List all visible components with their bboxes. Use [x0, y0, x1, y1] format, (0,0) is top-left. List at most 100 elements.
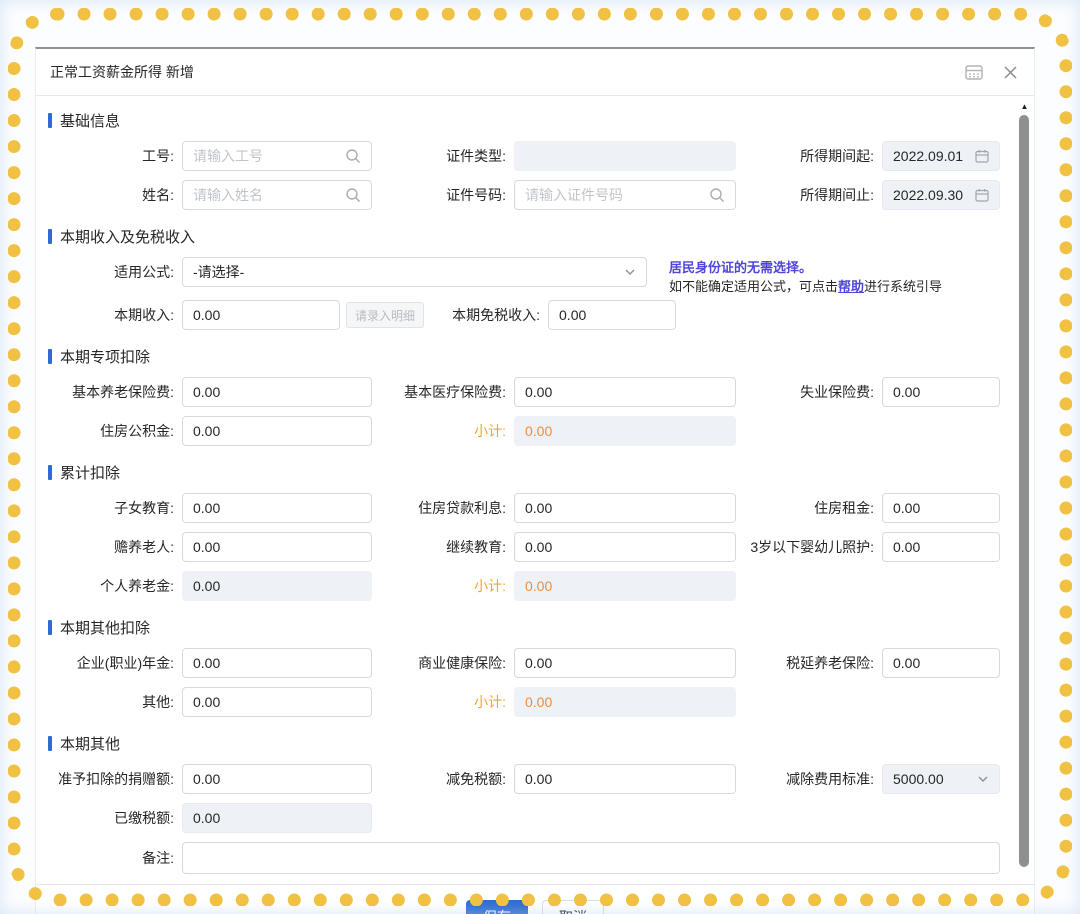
tax-reduction-input[interactable]: 0.00 [514, 764, 736, 794]
formula-row: 适用公式: -请选择- 居民身份证的无需选择。 如不能确定适用公式，可点击帮助进… [36, 257, 998, 296]
annuity-input[interactable]: 0.00 [182, 648, 372, 678]
subtotal-label: 小计: [474, 421, 506, 441]
dialog-header: 正常工资薪金所得 新增 [36, 49, 1034, 96]
housing-fund-label: 住房公积金: [100, 421, 174, 441]
elderly-support-input[interactable]: 0.00 [182, 532, 372, 562]
id-number-input[interactable] [514, 180, 736, 210]
section-accent-bar [48, 229, 52, 244]
section-accent-bar [48, 113, 52, 128]
other-input[interactable]: 0.00 [182, 687, 372, 717]
section-accent-bar [48, 736, 52, 751]
current-income-input[interactable]: 0.00 [182, 300, 340, 330]
unemployment-insurance-label: 失业保险费: [800, 382, 874, 402]
infant-care-label: 3岁以下婴幼儿照护: [750, 537, 874, 557]
enter-detail-button[interactable]: 请录入明细 [346, 302, 424, 328]
note-line2: 如不能确定适用公式，可点击帮助进行系统引导 [669, 277, 942, 296]
formula-select[interactable]: -请选择- [182, 257, 647, 287]
formula-note: 居民身份证的无需选择。 如不能确定适用公式，可点击帮助进行系统引导 [669, 257, 942, 296]
dialog-normal-salary-income-add: 正常工资薪金所得 新增 基础信息 [35, 47, 1035, 914]
cumulative-subtotal-field: 0.00 [514, 571, 736, 601]
scrollbar[interactable]: ▲ ▼ [1019, 102, 1030, 914]
section-accent-bar [48, 349, 52, 364]
tax-paid-label: 已缴税额: [114, 808, 174, 828]
current-other-row-2: 已缴税额: 0.00 [36, 803, 998, 833]
current-income-label: 本期收入: [36, 305, 174, 325]
personal-pension-label: 个人养老金: [100, 576, 174, 596]
subtotal-label: 小计: [474, 576, 506, 596]
pension-insurance-input[interactable]: 0.00 [182, 377, 372, 407]
income-period-end-label: 所得期间止: [800, 185, 874, 205]
continuing-education-input[interactable]: 0.00 [514, 532, 736, 562]
dialog-title: 正常工资薪金所得 新增 [50, 62, 194, 82]
current-other-row-1: 准予扣除的捐赠额: 0.00 减免税额: 0.00 减除费用标准: 5000.0… [36, 764, 998, 794]
section-special-deduction: 本期专项扣除 [48, 346, 998, 367]
tax-paid-field-disabled: 0.00 [182, 803, 372, 833]
special-row-2: 住房公积金: 0.00 小计: 0.00 [36, 416, 998, 446]
save-button[interactable]: 保存 [466, 900, 528, 914]
section-title: 累计扣除 [60, 462, 120, 483]
commercial-health-insurance-input[interactable]: 0.00 [514, 648, 736, 678]
id-number-label: 证件号码: [446, 185, 506, 205]
dialog-footer: 保存 取消 [36, 884, 1034, 914]
tax-free-income-input[interactable]: 0.00 [548, 300, 676, 330]
income-period-start-datepicker[interactable]: 2022.09.01 [882, 141, 1000, 171]
help-link[interactable]: 帮助 [838, 279, 864, 294]
calculator-icon[interactable] [964, 62, 984, 82]
housing-fund-input[interactable]: 0.00 [182, 416, 372, 446]
children-education-label: 子女教育: [114, 498, 174, 518]
infant-care-input[interactable]: 0.00 [882, 532, 1000, 562]
medical-insurance-input[interactable]: 0.00 [514, 377, 736, 407]
mortgage-interest-input[interactable]: 0.00 [514, 493, 736, 523]
close-icon[interactable] [1000, 62, 1020, 82]
medical-insurance-label: 基本医疗保险费: [404, 382, 506, 402]
annuity-label: 企业(职业)年金: [77, 653, 174, 673]
formula-label: 适用公式: [36, 257, 174, 287]
special-row-1: 基本养老保险费: 0.00 基本医疗保险费: 0.00 失业保险费: 0.00 [36, 377, 998, 407]
personal-pension-field-disabled: 0.00 [182, 571, 372, 601]
cumulative-row-3: 个人养老金: 0.00 小计: 0.00 [36, 571, 998, 601]
cumulative-row-1: 子女教育: 0.00 住房贷款利息: 0.00 住房租金: 0.00 [36, 493, 998, 523]
section-accent-bar [48, 465, 52, 480]
name-input[interactable] [182, 180, 372, 210]
mortgage-interest-label: 住房贷款利息: [418, 498, 506, 518]
children-education-input[interactable]: 0.00 [182, 493, 372, 523]
basic-row-1: 工号: 证件类型: 所得期间起: 2022.09.01 [36, 141, 998, 171]
cancel-button[interactable]: 取消 [542, 900, 604, 914]
id-type-label: 证件类型: [446, 146, 506, 166]
name-label: 姓名: [142, 185, 174, 205]
other-label: 其他: [142, 692, 174, 712]
chevron-down-icon [977, 773, 989, 785]
unemployment-insurance-input[interactable]: 0.00 [882, 377, 1000, 407]
search-icon[interactable] [345, 187, 361, 203]
income-period-start-label: 所得期间起: [800, 146, 874, 166]
employee-id-input[interactable] [182, 141, 372, 171]
section-title: 本期其他 [60, 733, 120, 754]
income-row: 本期收入: 0.00 请录入明细 本期免税收入: 0.00 [36, 300, 998, 330]
other-deduct-row-1: 企业(职业)年金: 0.00 商业健康保险: 0.00 税延养老保险: 0.00 [36, 648, 998, 678]
deductible-donation-input[interactable]: 0.00 [182, 764, 372, 794]
calendar-icon[interactable] [975, 149, 989, 163]
deferred-pension-insurance-input[interactable]: 0.00 [882, 648, 1000, 678]
scroll-up-icon[interactable]: ▲ [1019, 102, 1030, 112]
section-title: 本期收入及免税收入 [60, 226, 195, 247]
section-current-income: 本期收入及免税收入 [48, 226, 998, 247]
pension-insurance-label: 基本养老保险费: [72, 382, 174, 402]
section-cumulative-deduction: 累计扣除 [48, 462, 998, 483]
expense-deduction-standard-label: 减除费用标准: [786, 769, 874, 789]
housing-rent-input[interactable]: 0.00 [882, 493, 1000, 523]
continuing-education-label: 继续教育: [446, 537, 506, 557]
expense-deduction-standard-select[interactable]: 5000.00 [882, 764, 1000, 794]
income-period-end-datepicker[interactable]: 2022.09.30 [882, 180, 1000, 210]
calendar-icon[interactable] [975, 188, 989, 202]
scrollbar-thumb[interactable] [1019, 115, 1029, 867]
search-icon[interactable] [345, 148, 361, 164]
deductible-donation-label: 准予扣除的捐赠额: [58, 769, 174, 789]
section-title: 基础信息 [60, 110, 120, 131]
search-icon[interactable] [709, 187, 725, 203]
other-deduct-row-2: 其他: 0.00 小计: 0.00 [36, 687, 998, 717]
note-line1: 居民身份证的无需选择。 [669, 258, 942, 277]
id-type-field-disabled [514, 141, 736, 171]
subtotal-label: 小计: [474, 692, 506, 712]
remark-input[interactable] [182, 842, 1000, 874]
deferred-pension-insurance-label: 税延养老保险: [786, 653, 874, 673]
